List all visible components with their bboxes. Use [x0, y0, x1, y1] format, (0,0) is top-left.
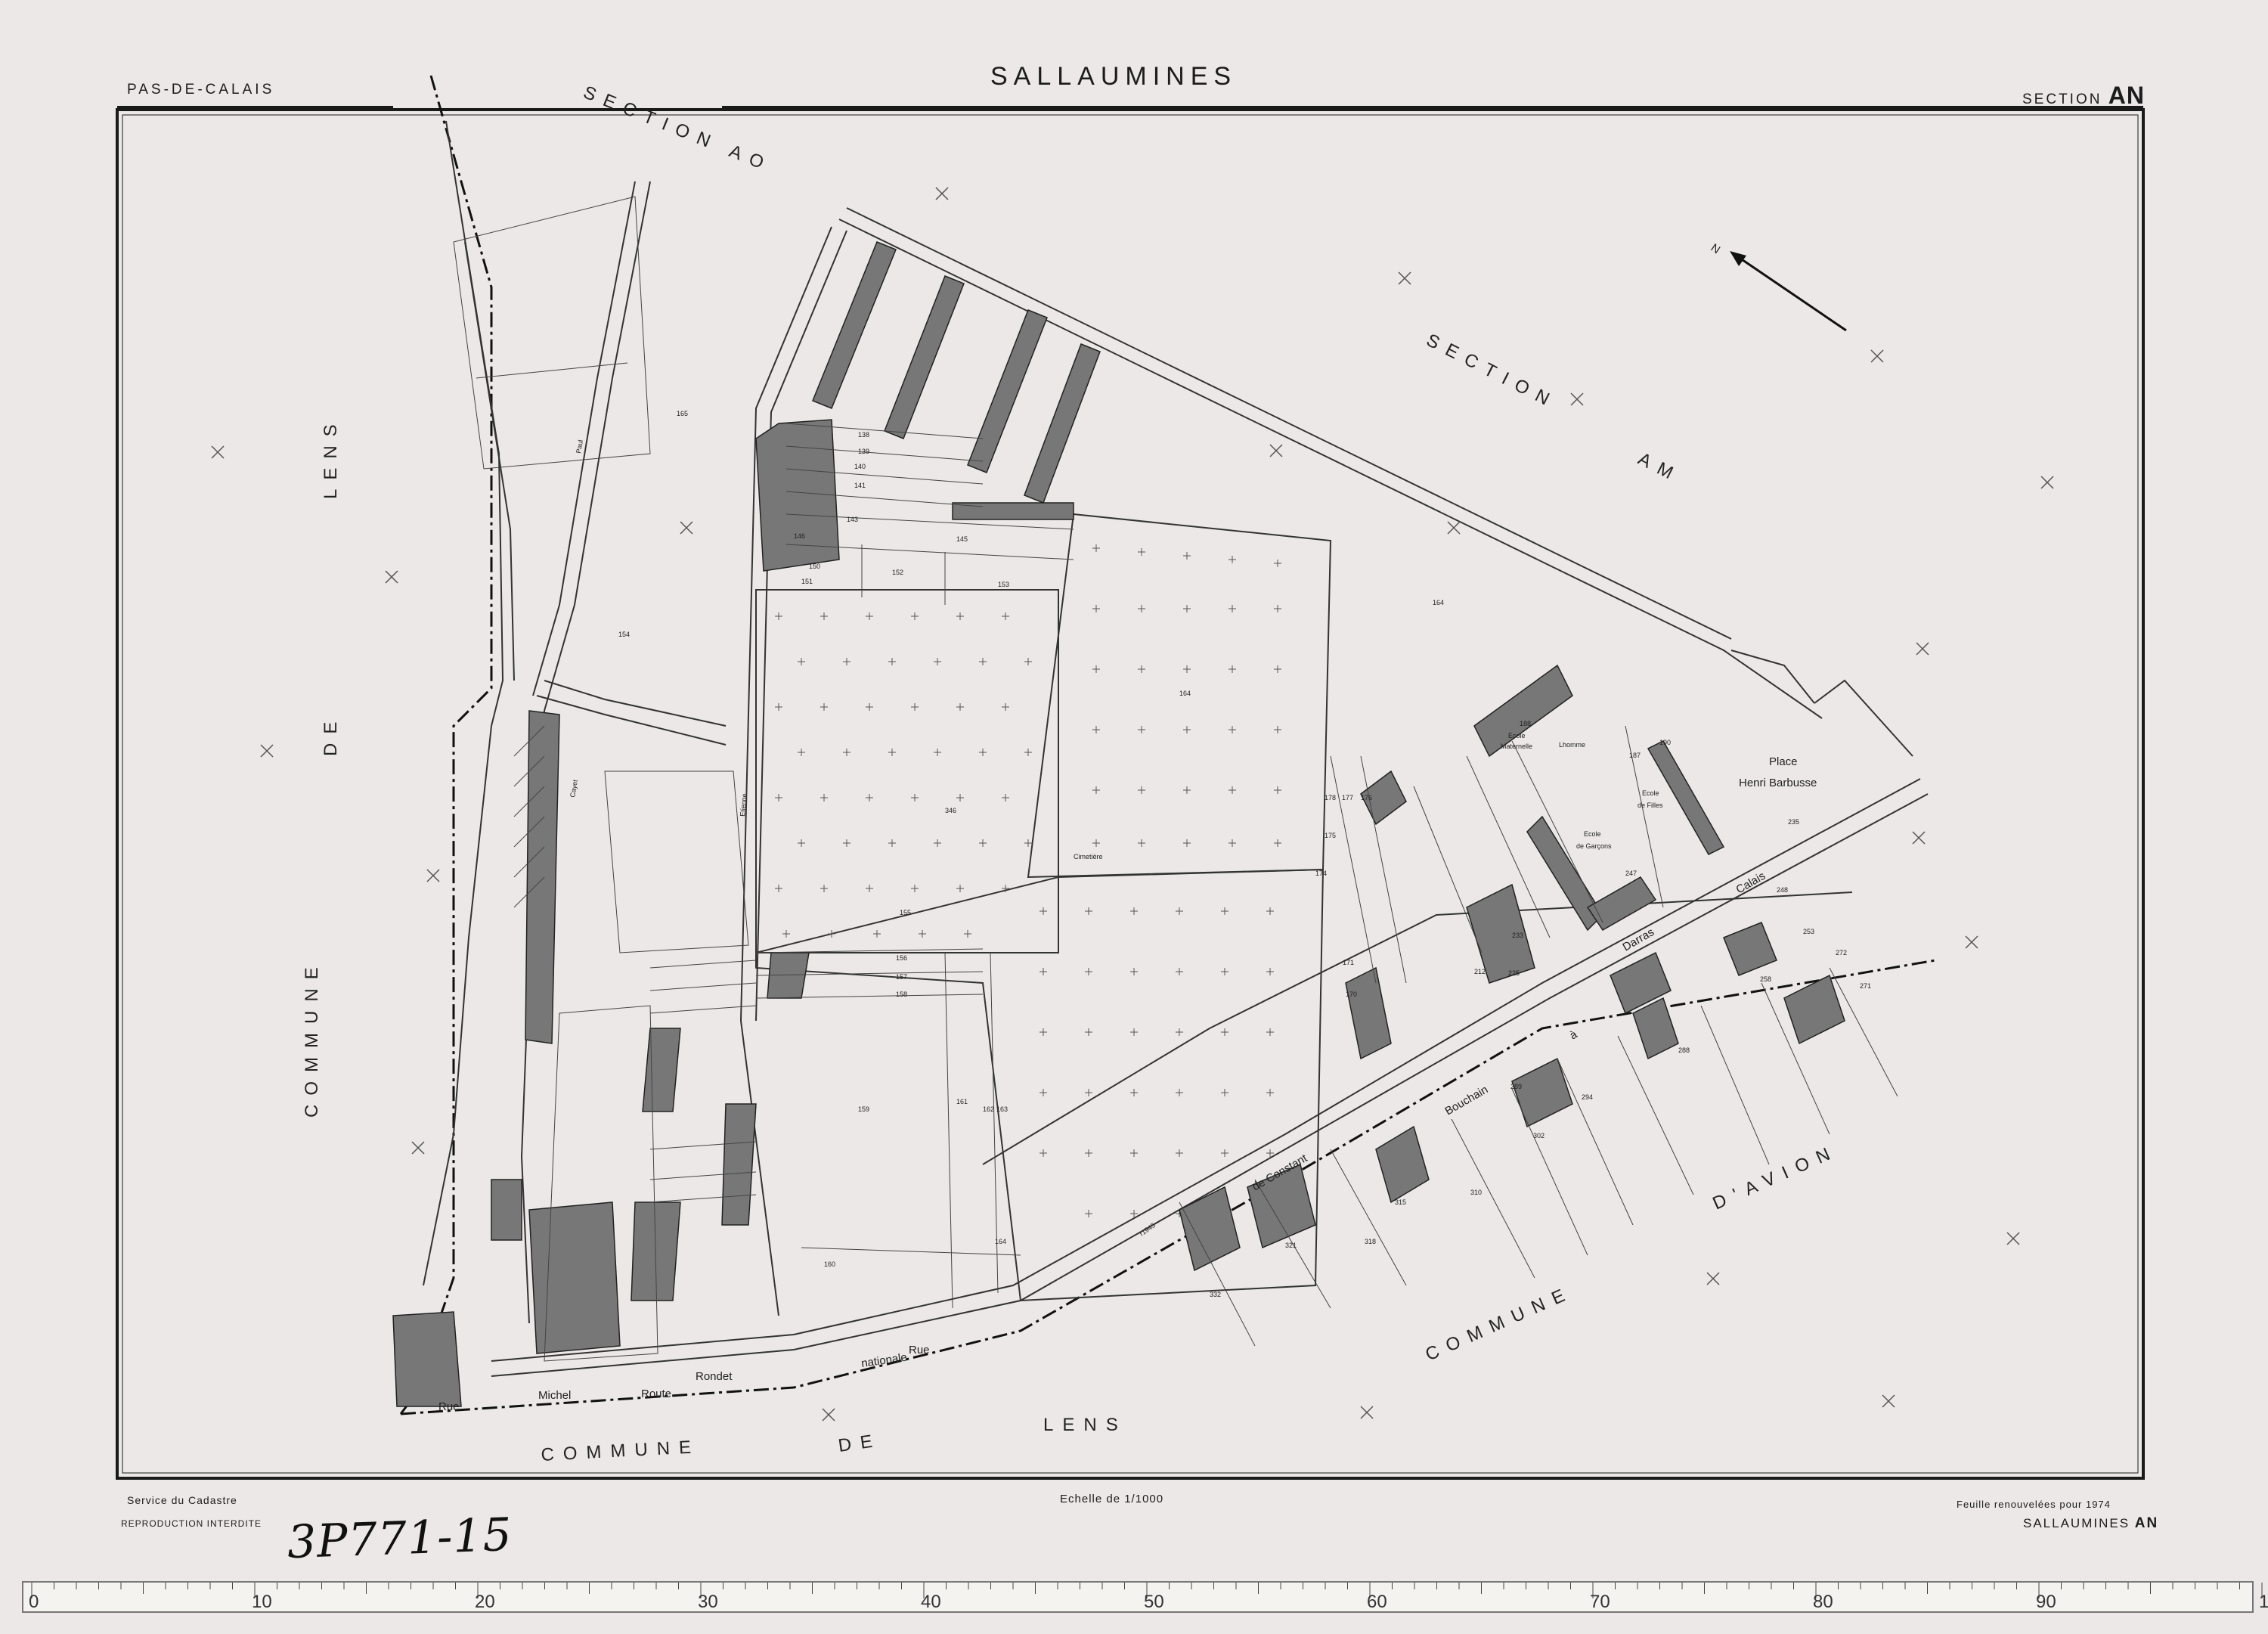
ruler-body — [22, 1581, 2254, 1613]
ruler-major-label: 40 — [921, 1592, 941, 1612]
ruler-major-label: 0 — [29, 1592, 39, 1612]
ruler-major-label: 30 — [698, 1592, 718, 1612]
ruler-major-label: 10 — [252, 1592, 272, 1612]
ruler-major-label: 80 — [1813, 1592, 1833, 1612]
ruler-major-label: 90 — [2036, 1592, 2056, 1612]
ruler-major-label: 1m — [2259, 1592, 2268, 1612]
cadastral-map-sheet: PAS-DE-CALAIS SALLAUMINES SECTION AN N S… — [0, 0, 2268, 1634]
ruler-major-label: 50 — [1144, 1592, 1164, 1612]
ruler-major-label: 60 — [1367, 1592, 1387, 1612]
ruler-major-label: 70 — [1590, 1592, 1610, 1612]
measuring-ruler: 0 10 20 30 40 50 60 70 80 90 1m — [22, 1581, 2268, 1613]
ruler-major-label: 20 — [475, 1592, 495, 1612]
